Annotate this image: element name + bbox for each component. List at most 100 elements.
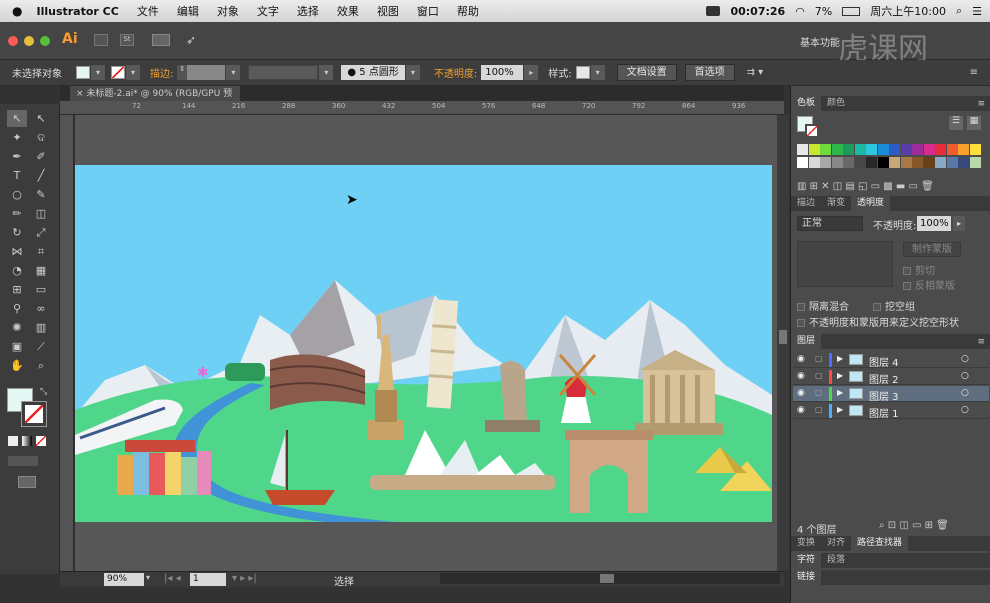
color-swatch[interactable]: [946, 144, 958, 155]
selection-tool[interactable]: ↖: [7, 110, 27, 127]
menu-window[interactable]: 窗口: [417, 3, 439, 19]
color-swatch[interactable]: [877, 144, 889, 155]
color-swatch[interactable]: [843, 157, 854, 168]
rotate-tool[interactable]: ↻: [7, 224, 27, 241]
artboard-number-field[interactable]: 1: [190, 573, 226, 586]
color-swatch[interactable]: [808, 144, 820, 155]
gpu-performance-icon[interactable]: ➶: [186, 33, 196, 47]
opacity-dropdown[interactable]: ▸: [524, 65, 539, 80]
tab-links[interactable]: 链接: [791, 570, 822, 585]
bridge-icon[interactable]: [94, 34, 108, 46]
fill-dropdown[interactable]: ▾: [91, 65, 105, 80]
visibility-eye-icon[interactable]: ◉: [797, 405, 805, 415]
clip-checkbox[interactable]: 剪切: [903, 262, 935, 277]
layer-row[interactable]: ◉ ▢ ▶ 图层 3 ○: [793, 386, 989, 403]
graphic-style-swatch[interactable]: [575, 66, 590, 79]
color-swatch[interactable]: [900, 144, 912, 155]
line-tool[interactable]: ╱: [31, 167, 51, 184]
stock-icon[interactable]: St: [120, 34, 134, 46]
tab-swatches[interactable]: 色板: [791, 96, 822, 111]
stroke-weight-input[interactable]: [187, 65, 226, 80]
transparency-opacity-dropdown[interactable]: ▸: [953, 216, 965, 231]
apple-icon[interactable]: ●: [12, 4, 22, 18]
color-swatch[interactable]: [889, 157, 900, 168]
control-panel-menu-icon[interactable]: ≡: [970, 67, 978, 78]
workspace-switcher[interactable]: 基本功能: [800, 34, 840, 49]
document-setup-button[interactable]: 文档设置: [616, 64, 677, 81]
symbol-sprayer-tool[interactable]: ✺: [7, 319, 27, 336]
layer-name[interactable]: 图层 2: [869, 371, 899, 386]
app-name-menu[interactable]: Illustrator CC: [36, 5, 118, 18]
color-swatch[interactable]: [831, 144, 843, 155]
lock-icon[interactable]: ▢: [815, 405, 823, 414]
zoom-dropdown[interactable]: ▾: [146, 573, 150, 582]
paintbrush-tool[interactable]: ✎: [31, 186, 51, 203]
tab-transform[interactable]: 变换: [791, 536, 821, 551]
lock-icon[interactable]: ▢: [815, 371, 823, 380]
list-view-icon[interactable]: ☰: [949, 116, 963, 130]
panel-menu-icon[interactable]: ≡: [977, 99, 985, 109]
close-tab-icon[interactable]: ×: [76, 89, 84, 99]
width-tool[interactable]: ⋈: [7, 243, 27, 260]
zoom-tool[interactable]: ⌕: [31, 357, 51, 374]
visibility-eye-icon[interactable]: ◉: [797, 371, 805, 381]
zoom-field[interactable]: 90%: [104, 573, 144, 586]
layer-row[interactable]: ◉ ▢ ▶ 图层 4 ○: [793, 352, 989, 369]
color-swatch[interactable]: [866, 144, 877, 155]
color-swatch[interactable]: [820, 157, 831, 168]
swatch-libraries-icon[interactable]: ▥ ⊞ ✕ ◫ ▤ ◱ ▭ ▩ ▬ ▭ 🗑: [797, 181, 934, 192]
color-swatch[interactable]: [969, 144, 981, 155]
thumbnail-view-icon[interactable]: ▦: [967, 116, 981, 130]
brush-definition[interactable]: ● 5 点圆形: [341, 65, 405, 80]
prev-artboard-icon[interactable]: |◂ ◂: [164, 573, 181, 584]
color-swatch[interactable]: [820, 144, 831, 155]
draw-mode-icon[interactable]: [8, 456, 38, 466]
minimize-window-button[interactable]: [24, 36, 34, 46]
arrange-documents-icon[interactable]: [152, 34, 170, 46]
color-swatch[interactable]: [831, 157, 843, 168]
stroke-swatch-large[interactable]: [21, 401, 47, 427]
stroke-none-swatch[interactable]: [111, 66, 125, 79]
preferences-button[interactable]: 首选项: [684, 64, 735, 81]
opacity-label[interactable]: 不透明度:: [434, 65, 477, 80]
eraser-tool[interactable]: ◫: [31, 205, 51, 222]
layer-target-icon[interactable]: ○: [961, 405, 969, 415]
tab-transparency[interactable]: 透明度: [851, 196, 891, 211]
hand-tool[interactable]: ✋: [7, 357, 27, 374]
type-tool[interactable]: T: [7, 167, 27, 184]
color-swatch[interactable]: [935, 157, 946, 168]
curvature-tool[interactable]: ✐: [31, 148, 51, 165]
stroke-dropdown[interactable]: ▾: [126, 65, 140, 80]
tab-stroke[interactable]: 描边: [791, 196, 821, 211]
opacity-input[interactable]: 100%: [481, 65, 524, 80]
swap-fill-stroke-icon[interactable]: ⤡: [40, 387, 47, 397]
menu-edit[interactable]: 编辑: [177, 3, 199, 19]
layer-name[interactable]: 图层 3: [869, 388, 899, 403]
stroke-weight-dropdown[interactable]: ▾: [226, 65, 241, 80]
opacity-mask-knockout-checkbox[interactable]: 不透明度和蒙版用来定义挖空形状: [797, 314, 959, 329]
blend-tool[interactable]: ∞: [31, 300, 51, 317]
menubar-clock[interactable]: 周六上午10:00: [870, 3, 946, 19]
horizontal-scrollbar[interactable]: [440, 573, 780, 584]
color-swatch[interactable]: [958, 157, 969, 168]
visibility-eye-icon[interactable]: ◉: [797, 354, 805, 364]
pen-tool[interactable]: ✒: [7, 148, 27, 165]
eyedropper-tool[interactable]: ⚲: [7, 300, 27, 317]
color-swatch[interactable]: [912, 144, 923, 155]
expand-layer-icon[interactable]: ▶: [837, 371, 843, 380]
swatch-stroke-preview[interactable]: [805, 124, 819, 138]
scale-tool[interactable]: ⤢: [31, 224, 51, 241]
menu-type[interactable]: 文字: [257, 3, 279, 19]
color-swatch[interactable]: [958, 144, 969, 155]
tab-paragraph[interactable]: 段落: [821, 553, 851, 568]
screen-mode-icon[interactable]: [18, 476, 36, 488]
color-swatch[interactable]: [866, 157, 877, 168]
battery-icon[interactable]: [842, 6, 861, 16]
column-graph-tool[interactable]: ▥: [31, 319, 51, 336]
color-swatch[interactable]: [923, 144, 935, 155]
lock-icon[interactable]: ▢: [815, 388, 823, 397]
menu-select[interactable]: 选择: [297, 3, 319, 19]
vertical-scroll-thumb[interactable]: [779, 330, 787, 344]
color-swatch[interactable]: [854, 157, 866, 168]
horizontal-scroll-thumb[interactable]: [600, 574, 614, 583]
